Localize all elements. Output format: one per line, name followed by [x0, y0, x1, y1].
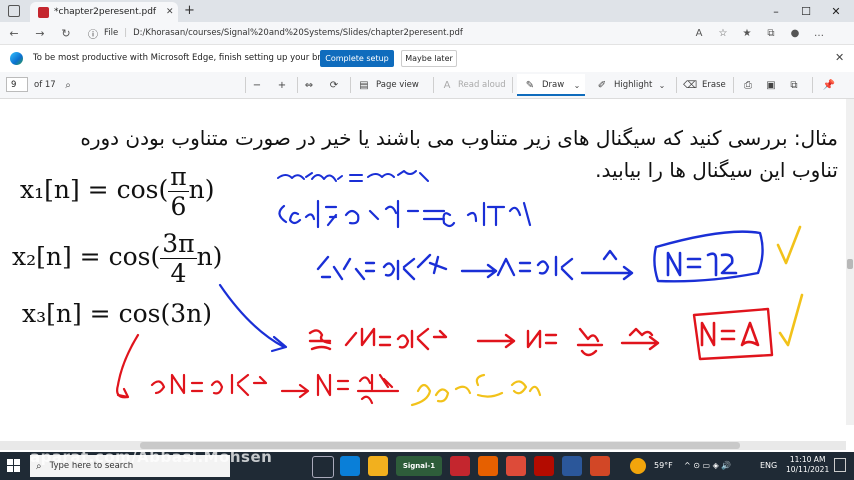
page-view-button[interactable]: Page view [376, 80, 419, 90]
firefox-icon[interactable] [478, 456, 498, 476]
back-icon[interactable]: ← [4, 22, 24, 44]
chrome-icon[interactable] [506, 456, 526, 476]
save-icon[interactable]: ▣ [764, 78, 778, 92]
scrollbar-thumb[interactable] [847, 259, 853, 269]
tab-strip: *chapter2peresent.pdf ✕ + – ☐ ✕ [0, 0, 854, 22]
maybe-later-button[interactable]: Maybe later [401, 50, 457, 67]
pin-toolbar-icon[interactable]: 📌 [822, 78, 836, 92]
highlight-button[interactable]: Highlight [614, 80, 652, 90]
new-tab-button[interactable]: + [184, 3, 195, 18]
signal-app-icon[interactable]: Signal-1 [396, 456, 442, 476]
tab-active[interactable]: *chapter2peresent.pdf ✕ [30, 2, 178, 22]
pdf-icon [38, 6, 49, 18]
zoom-out-icon[interactable]: − [250, 78, 264, 92]
start-icon[interactable] [7, 459, 21, 473]
url-field[interactable]: ⓘ File | D:/Khorasan/courses/Signal%20an… [88, 24, 688, 42]
weather-icon[interactable] [630, 458, 646, 474]
clock-date: 10/11/2021 [786, 465, 830, 474]
profile-icon[interactable]: ● [786, 24, 804, 42]
notifications-icon[interactable] [834, 458, 846, 472]
chevron-down-icon[interactable]: ⌄ [570, 78, 584, 92]
read-aloud-addr-icon[interactable]: A [690, 24, 708, 42]
file-explorer-icon[interactable] [368, 456, 388, 476]
collections-icon[interactable]: ⧉ [762, 24, 780, 42]
language-indicator[interactable]: ENG [760, 461, 777, 470]
tray-icons[interactable]: ^ ⊙ ▭ ◈ 🔊 [684, 461, 731, 470]
task-view-icon[interactable] [312, 456, 334, 478]
url-text: D:/Khorasan/courses/Signal%20and%20Syste… [133, 28, 463, 38]
erase-button[interactable]: Erase [702, 80, 726, 90]
draw-pen-icon: ✎ [525, 79, 535, 91]
powerpoint-icon[interactable] [590, 456, 610, 476]
forward-icon[interactable]: → [30, 22, 50, 44]
info-icon: ⓘ [88, 29, 98, 41]
clock[interactable]: 11:10 AM 10/11/2021 [786, 455, 829, 475]
fit-page-icon[interactable]: ⇔ [302, 78, 316, 92]
highlight-chevron-icon[interactable]: ⌄ [655, 78, 669, 92]
page-view-icon[interactable]: ▤ [357, 78, 371, 92]
pen-annotations [116, 170, 804, 407]
close-window-button[interactable]: ✕ [822, 0, 850, 22]
read-aloud-button: Read aloud [458, 80, 506, 90]
eraser-icon[interactable]: ⌫ [683, 78, 697, 92]
save-as-icon[interactable]: ⧉ [787, 78, 801, 92]
tab-actions-icon[interactable] [8, 5, 20, 17]
acrobat-icon[interactable] [534, 456, 554, 476]
favorite-add-icon[interactable]: ☆ [714, 24, 732, 42]
setup-notification: To be most productive with Microsoft Edg… [0, 44, 854, 73]
tab-title: *chapter2peresent.pdf [54, 7, 157, 17]
clock-time: 11:10 AM [789, 455, 826, 464]
more-icon[interactable]: … [810, 24, 828, 42]
zoom-in-icon[interactable]: + [275, 78, 289, 92]
notification-text: To be most productive with Microsoft Edg… [33, 53, 348, 63]
maximize-button[interactable]: ☐ [792, 0, 820, 22]
matlab-icon[interactable] [450, 456, 470, 476]
watermark: aparat.com/Abbasi.Mohsen [30, 448, 273, 466]
minimize-button[interactable]: – [762, 0, 790, 22]
read-aloud-icon: A [443, 79, 451, 91]
pdf-page: مثال: بررسی کنید که سیگنال های زیر متناو… [0, 99, 846, 472]
print-icon[interactable]: ⎙ [741, 78, 755, 92]
draw-label: Draw [542, 80, 565, 90]
url-scheme-label: File [104, 28, 119, 38]
edge-taskbar-icon[interactable] [340, 456, 360, 476]
close-notification-icon[interactable]: ✕ [835, 51, 844, 64]
highlight-icon[interactable]: ✐ [595, 78, 609, 92]
favorites-icon[interactable]: ★ [738, 24, 756, 42]
weather-temp[interactable]: 59°F [654, 461, 673, 470]
complete-setup-button[interactable]: Complete setup [320, 50, 394, 67]
page-total: of 17 [34, 80, 56, 90]
word-icon[interactable] [562, 456, 582, 476]
tab-close-icon[interactable]: ✕ [166, 7, 178, 17]
rotate-icon[interactable]: ⟳ [327, 78, 341, 92]
page-number-input[interactable]: 9 [6, 77, 28, 92]
refresh-icon[interactable]: ↻ [56, 22, 76, 44]
vertical-scrollbar[interactable] [846, 99, 854, 425]
edge-logo-icon [10, 52, 23, 65]
find-icon[interactable]: ⌕ [61, 78, 75, 92]
address-bar: ← → ↻ ⓘ File | D:/Khorasan/courses/Signa… [0, 22, 854, 44]
pdf-toolbar: 9 of 17 ⌕ − + ⇔ ⟳ ▤ Page view A Read alo… [0, 72, 854, 99]
